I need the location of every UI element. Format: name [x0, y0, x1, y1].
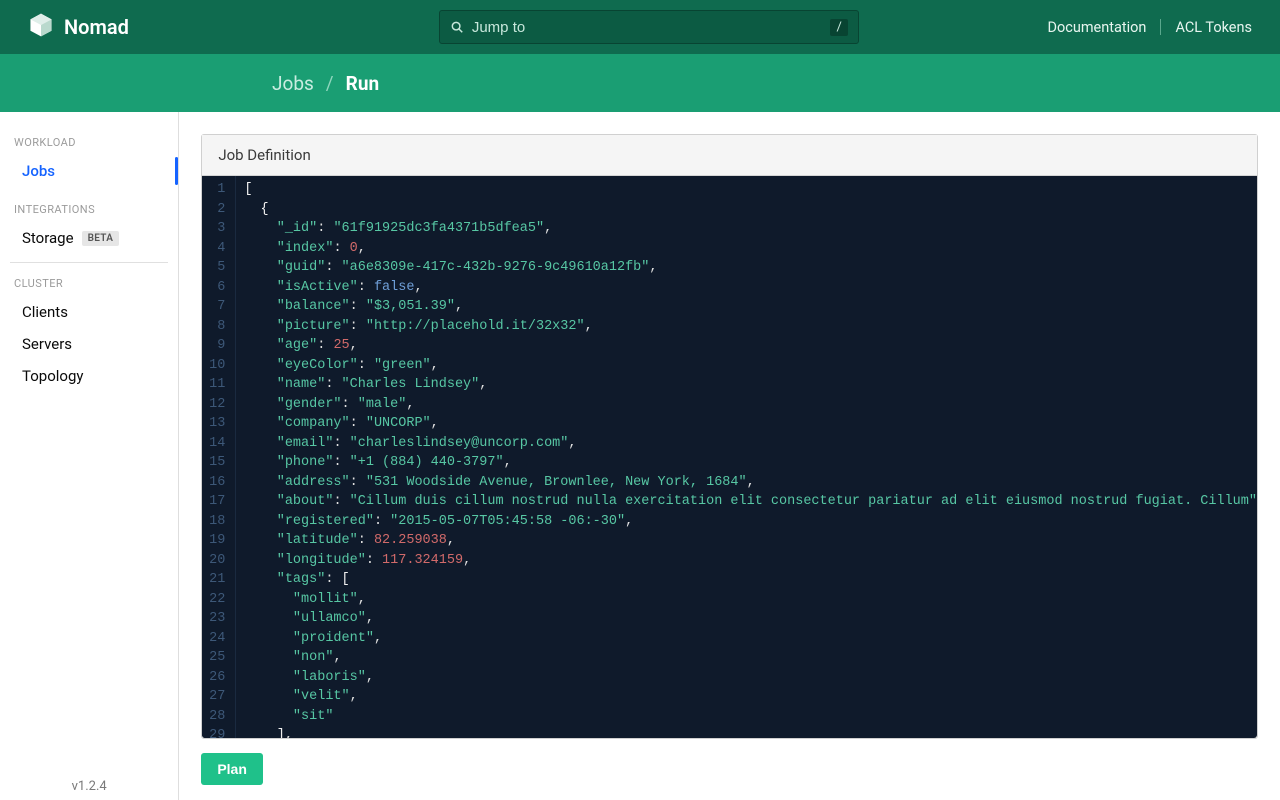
nav-divider [1160, 19, 1161, 35]
sidebar-item-jobs[interactable]: Jobs [0, 155, 178, 187]
plan-button[interactable]: Plan [201, 753, 263, 785]
version-label: v1.2.4 [0, 779, 178, 794]
editor-gutter: 1234567891011121314151617181920212223242… [202, 176, 236, 738]
code-editor[interactable]: 1234567891011121314151617181920212223242… [202, 176, 1257, 738]
breadcrumb-separator: / [326, 72, 334, 95]
nav-acl-tokens[interactable]: ACL Tokens [1175, 19, 1252, 36]
job-definition-panel: Job Definition 1234567891011121314151617… [201, 134, 1258, 739]
search-input[interactable] [472, 19, 831, 36]
sidebar-item-clients[interactable]: Clients [0, 296, 178, 328]
search-icon [450, 20, 464, 34]
sidebar-item-label: Servers [22, 335, 72, 353]
brand-text: Nomad [64, 15, 129, 39]
sidebar-divider [10, 262, 168, 263]
brand[interactable]: Nomad [28, 12, 129, 43]
page-body: WORKLOAD Jobs INTEGRATIONS Storage BETA … [0, 112, 1280, 800]
breadcrumb-parent[interactable]: Jobs [272, 72, 314, 95]
search-kbd-hint: / [830, 19, 847, 36]
sidebar-group-workload: WORKLOAD [0, 130, 178, 155]
topnav: Documentation ACL Tokens [1047, 19, 1252, 36]
panel-title: Job Definition [202, 135, 1257, 176]
sidebar-item-label: Storage [22, 229, 74, 247]
main-content: Job Definition 1234567891011121314151617… [179, 112, 1280, 800]
nomad-logo-icon [28, 12, 54, 43]
sidebar-group-integrations: INTEGRATIONS [0, 197, 178, 222]
sidebar-group-cluster: CLUSTER [0, 271, 178, 296]
sidebar-item-label: Jobs [22, 162, 55, 180]
sidebar-item-servers[interactable]: Servers [0, 328, 178, 360]
breadcrumb: Jobs / Run [0, 54, 1280, 112]
topbar: Nomad / Documentation ACL Tokens [0, 0, 1280, 54]
sidebar: WORKLOAD Jobs INTEGRATIONS Storage BETA … [0, 112, 179, 800]
sidebar-item-label: Topology [22, 367, 83, 385]
breadcrumb-current: Run [346, 72, 379, 95]
sidebar-item-storage[interactable]: Storage BETA [0, 222, 178, 254]
editor-code[interactable]: [ { "_id": "61f91925dc3fa4371b5dfea5", "… [236, 176, 1257, 738]
nav-documentation[interactable]: Documentation [1047, 19, 1146, 36]
global-search[interactable]: / [439, 10, 859, 44]
beta-badge: BETA [82, 231, 120, 246]
sidebar-item-label: Clients [22, 303, 68, 321]
sidebar-item-topology[interactable]: Topology [0, 360, 178, 392]
